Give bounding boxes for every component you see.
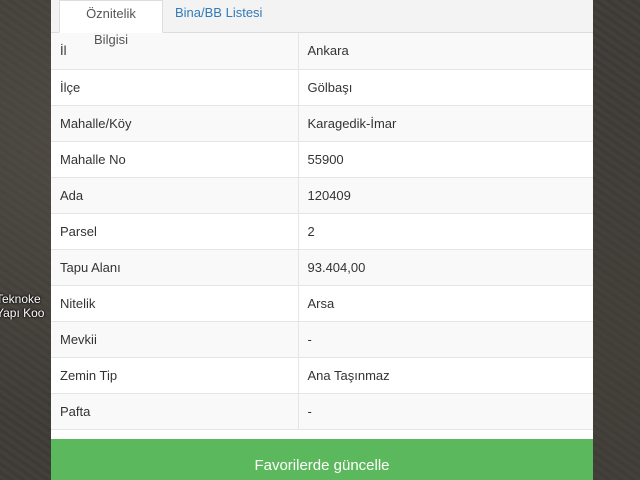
table-row: Parsel 2 [51,213,593,250]
attribute-value: Ankara [298,33,593,70]
attribute-key: Mevkii [51,321,299,358]
tab-building-list[interactable]: Bina/BB Listesi [167,0,270,32]
table-row: Tapu Alanı 93.404,00 [51,249,593,286]
table-row: Mahalle No 55900 [51,141,593,178]
attribute-value: 93.404,00 [298,249,593,286]
attribute-value: 2 [298,213,593,250]
table-row: İl Ankara [51,33,593,70]
attribute-value: Ana Taşınmaz [298,357,593,394]
attribute-value: - [298,321,593,358]
table-row: Ada 120409 [51,177,593,214]
attribute-value: Arsa [298,285,593,322]
attribute-key: Parsel [51,213,299,250]
attribute-key: Tapu Alanı [51,249,299,286]
map-place-label-line: Yapı Koo [0,306,45,320]
parcel-info-panel: Öznitelik Bilgisi Bina/BB Listesi İl Ank… [51,0,593,480]
tab-bar: Öznitelik Bilgisi Bina/BB Listesi [51,0,593,47]
attribute-key: İl [51,33,299,70]
table-row: Mevkii - [51,321,593,358]
table-row: Nitelik Arsa [51,285,593,322]
attribute-value: Karagedik-İmar [298,105,593,142]
attribute-table: İl Ankara İlçe Gölbaşı Mahalle/Köy Karag… [51,33,593,430]
attribute-key: Mahalle No [51,141,299,178]
map-place-label: Teknoke Yapı Koo [0,292,52,320]
attribute-key: İlçe [51,69,299,106]
table-row: İlçe Gölbaşı [51,69,593,106]
table-row: Mahalle/Köy Karagedik-İmar [51,105,593,142]
attribute-value: - [298,393,593,430]
attribute-key: Pafta [51,393,299,430]
update-favorites-button[interactable]: Favorilerde güncelle [51,439,593,480]
attribute-key: Ada [51,177,299,214]
table-row: Pafta - [51,393,593,430]
attribute-value: Gölbaşı [298,69,593,106]
map-place-label-line: Teknoke [0,292,41,306]
attribute-key: Mahalle/Köy [51,105,299,142]
attribute-value: 120409 [298,177,593,214]
tab-attribute-info[interactable]: Öznitelik Bilgisi [59,0,163,47]
attribute-key: Nitelik [51,285,299,322]
attribute-key: Zemin Tip [51,357,299,394]
attribute-value: 55900 [298,141,593,178]
table-row: Zemin Tip Ana Taşınmaz [51,357,593,394]
